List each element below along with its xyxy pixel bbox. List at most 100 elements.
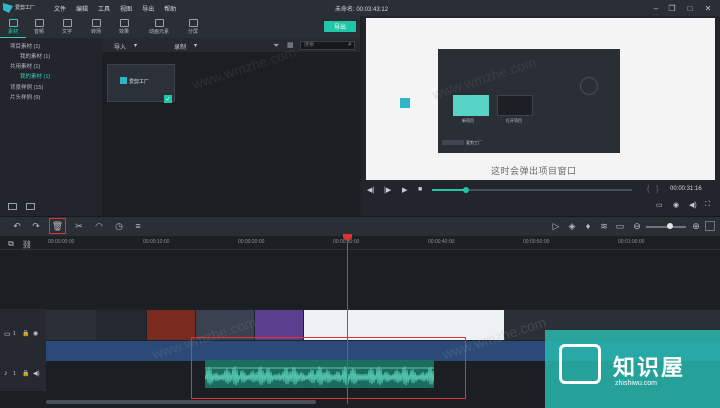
fit-timeline-icon[interactable] xyxy=(705,221,715,231)
minimize-icon[interactable]: – xyxy=(650,2,662,14)
preview-timecode: 00:00:31:16 xyxy=(670,186,702,192)
cut-icon[interactable]: ✂ xyxy=(72,219,86,233)
import-chevron-down-icon[interactable]: ▾ xyxy=(134,42,137,49)
search-icon[interactable]: ⌕ xyxy=(348,41,352,49)
folder-icon[interactable] xyxy=(26,203,35,210)
app-logo: 爱剪工厂 xyxy=(3,2,47,14)
record-dropdown[interactable]: 录制 xyxy=(174,42,186,51)
duration-icon[interactable]: ◷ xyxy=(112,219,126,233)
playhead[interactable] xyxy=(347,236,348,404)
subtitle-caption: 这时会弹出项目窗口 xyxy=(491,166,577,176)
close-icon[interactable]: ✕ xyxy=(702,2,714,14)
sidebar-item-shared-my-media[interactable]: 我的素材 (1) xyxy=(20,72,50,80)
monitor-icon[interactable]: ▭ xyxy=(656,201,663,209)
sidebar-item-my-media[interactable]: 我的素材 (1) xyxy=(20,52,50,60)
playback-bar xyxy=(362,182,720,216)
bracket-in-icon[interactable]: { xyxy=(647,186,649,193)
restore-icon[interactable]: ❐ xyxy=(666,2,678,14)
play-icon[interactable]: ▶ xyxy=(402,186,407,194)
menu-export[interactable]: 导出 xyxy=(142,4,154,13)
subtitle-icon[interactable]: ▭ xyxy=(613,219,627,233)
timeline-ruler xyxy=(0,236,720,250)
ruler-label-4: 00:00:40:00 xyxy=(428,239,455,245)
menu-edit[interactable]: 编辑 xyxy=(76,4,88,13)
menu-help[interactable]: 帮助 xyxy=(164,4,176,13)
text-icon xyxy=(62,19,72,27)
video-clip-title[interactable] xyxy=(255,310,303,340)
prev-frame-icon[interactable]: ◀| xyxy=(367,186,374,194)
record-icon xyxy=(580,77,598,95)
menu-file[interactable]: 文件 xyxy=(54,4,66,13)
zoom-slider-knob[interactable] xyxy=(667,223,673,229)
sidebar-item-background-samples[interactable]: 背景样例 (15) xyxy=(10,83,43,91)
search-input[interactable]: 搜索 xyxy=(300,41,355,50)
record-chevron-down-icon[interactable]: ▾ xyxy=(194,42,197,49)
sidebar-item-shared-media[interactable]: 共用素材 (1) xyxy=(10,62,40,70)
timeline-scrollbar[interactable] xyxy=(46,400,316,404)
image-icon xyxy=(154,19,164,27)
lock-icon[interactable]: 🔒 xyxy=(22,330,29,337)
monitor-logo-icon xyxy=(559,344,601,384)
tab-text[interactable]: 文字 xyxy=(54,16,80,38)
menu-view[interactable]: 视图 xyxy=(120,4,132,13)
folder-icon xyxy=(8,18,18,27)
tab-transitions-label: 转场 xyxy=(90,29,101,35)
tab-transitions[interactable]: 转场 xyxy=(83,16,109,38)
open-project-button[interactable] xyxy=(497,95,533,116)
speaker-icon[interactable]: ◀) xyxy=(33,370,40,377)
render-icon[interactable]: ▷ xyxy=(549,219,563,233)
redo-icon[interactable]: ↷ xyxy=(29,219,43,233)
zoom-in-icon[interactable]: ⊕ xyxy=(689,219,703,233)
tab-effects[interactable]: 效果 xyxy=(111,16,137,38)
video-clip-logo[interactable] xyxy=(96,310,146,340)
play-slow-icon[interactable]: |▶ xyxy=(384,186,391,194)
link-icon[interactable]: ⛓ xyxy=(20,237,34,251)
tab-elements[interactable]: 动画元素 xyxy=(143,16,175,38)
ruler-label-2: 00:00:20:00 xyxy=(238,239,265,245)
export-button[interactable]: 导出 xyxy=(324,21,356,32)
progress-knob[interactable] xyxy=(463,187,469,193)
new-project-label: 新项目 xyxy=(462,118,474,123)
zoom-slider[interactable] xyxy=(646,226,686,228)
tab-audio-label: 音频 xyxy=(33,29,44,35)
voiceover-icon[interactable]: ≋ xyxy=(597,219,611,233)
audio-selection-highlight xyxy=(191,337,466,399)
maximize-icon[interactable]: □ xyxy=(684,2,696,14)
trash-icon: 🗑 xyxy=(51,220,64,231)
menu-bar: 文件 编辑 工具 视图 导出 帮助 xyxy=(54,4,176,13)
add-track-icon[interactable]: ⧉ xyxy=(4,237,18,251)
snapshot-icon[interactable]: ◉ xyxy=(673,201,679,209)
ruler-label-5: 00:00:50:00 xyxy=(523,239,550,245)
volume-icon[interactable]: ◀) xyxy=(689,201,697,209)
microphone-icon[interactable]: ♦ xyxy=(581,219,595,233)
logo-mark-icon xyxy=(3,3,13,13)
ruler-label-1: 00:00:10:00 xyxy=(143,239,170,245)
tab-split-screen[interactable]: 分屏 xyxy=(180,16,206,38)
ruler-label-0: 00:00:00:00 xyxy=(48,239,75,245)
zoom-out-icon[interactable]: ⊖ xyxy=(630,219,644,233)
sidebar-item-intro-samples[interactable]: 片头样例 (9) xyxy=(10,93,40,101)
adjust-icon[interactable]: ≡ xyxy=(131,219,145,233)
eye-icon[interactable]: ◉ xyxy=(33,330,38,337)
marker-icon[interactable]: ◈ xyxy=(565,219,579,233)
new-folder-icon[interactable] xyxy=(8,203,17,210)
tab-audio[interactable]: 音频 xyxy=(26,16,52,38)
video-track-icon: ▭ xyxy=(4,331,11,338)
sidebar-item-project-media[interactable]: 项目素材 (1) xyxy=(10,42,40,50)
delete-button[interactable]: 🗑 xyxy=(49,218,66,234)
menu-tools[interactable]: 工具 xyxy=(98,4,110,13)
audio-lock-icon[interactable]: 🔒 xyxy=(22,370,29,377)
import-dropdown[interactable]: 导入 xyxy=(114,42,126,51)
logo-text: 爱剪工厂 xyxy=(15,4,36,11)
bracket-out-icon[interactable]: } xyxy=(656,186,658,193)
fullscreen-icon[interactable]: ⛶ xyxy=(705,201,710,209)
tab-split-screen-label: 分屏 xyxy=(187,29,198,35)
ruler-label-6: 00:01:00:00 xyxy=(618,239,645,245)
stop-icon[interactable]: ■ xyxy=(418,186,422,193)
undo-icon[interactable]: ↶ xyxy=(10,219,24,233)
speed-icon[interactable]: ◠ xyxy=(92,219,106,233)
check-icon[interactable]: ✓ xyxy=(164,95,172,103)
new-project-button[interactable] xyxy=(453,95,489,116)
video-clip-intro[interactable] xyxy=(46,310,96,340)
tab-media[interactable]: 素材 xyxy=(0,16,26,38)
